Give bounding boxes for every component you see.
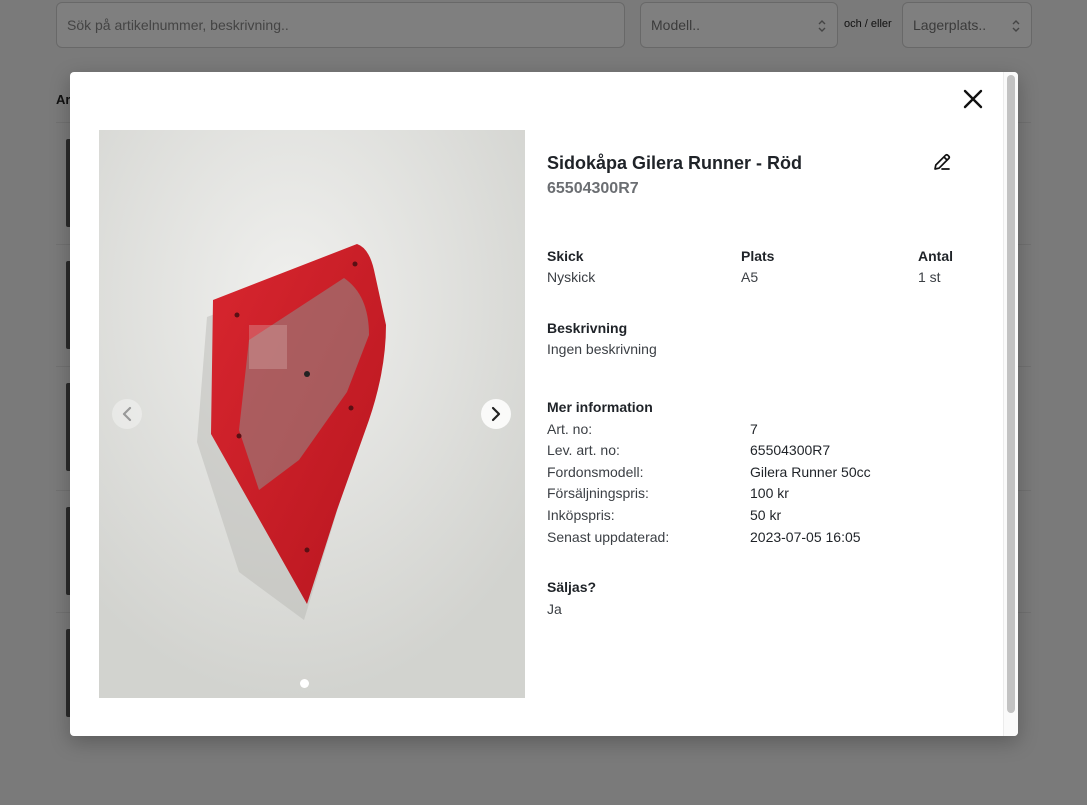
- location-value: A5: [741, 269, 759, 285]
- info-value: 2023-07-05 16:05: [750, 529, 861, 545]
- info-value: 50 kr: [750, 507, 782, 523]
- quantity-label: Antal: [918, 248, 953, 264]
- info-value: Gilera Runner 50cc: [750, 464, 871, 480]
- modal-scrollbar[interactable]: [1003, 72, 1018, 736]
- condition-label: Skick: [547, 248, 584, 264]
- info-value: 7: [750, 421, 758, 437]
- image-carousel[interactable]: [99, 130, 525, 698]
- info-key: Art. no:: [547, 421, 593, 437]
- previous-image-button[interactable]: [112, 399, 142, 429]
- info-row-supplier-art-no: Lev. art. no: 65504300R7: [547, 442, 977, 462]
- description-value: Ingen beskrivning: [547, 341, 657, 357]
- more-info-heading: Mer information: [547, 399, 653, 415]
- info-row-art-no: Art. no: 7: [547, 421, 977, 441]
- info-value: 65504300R7: [750, 442, 831, 458]
- info-row-sale-price: Försäljningspris: 100 kr: [547, 485, 977, 505]
- info-row-vehicle-model: Fordonsmodell: Gilera Runner 50cc: [547, 464, 977, 484]
- product-photo: [99, 130, 525, 698]
- carousel-indicator[interactable]: [300, 679, 309, 688]
- article-detail-modal: Sidokåpa Gilera Runner - Röd 65504300R7 …: [70, 72, 1018, 736]
- info-key: Inköpspris:: [547, 507, 615, 523]
- next-image-button[interactable]: [481, 399, 511, 429]
- article-number: 65504300R7: [547, 180, 639, 197]
- info-key: Fordonsmodell:: [547, 464, 644, 480]
- for-sale-label: Säljas?: [547, 579, 597, 595]
- chevron-left-icon: [122, 406, 132, 422]
- chevron-right-icon: [491, 406, 501, 422]
- pencil-edit-icon[interactable]: [932, 152, 952, 172]
- info-key: Försäljningspris:: [547, 485, 649, 501]
- scrollbar-thumb[interactable]: [1007, 75, 1015, 713]
- info-row-last-updated: Senast uppdaterad: 2023-07-05 16:05: [547, 529, 977, 549]
- info-value: 100 kr: [750, 485, 789, 501]
- close-icon[interactable]: [962, 88, 984, 110]
- article-title: Sidokåpa Gilera Runner - Röd: [547, 153, 803, 173]
- quantity-value: 1 st: [918, 269, 941, 285]
- info-key: Senast uppdaterad:: [547, 529, 670, 545]
- info-key: Lev. art. no:: [547, 442, 620, 458]
- for-sale-value: Ja: [547, 601, 562, 617]
- location-label: Plats: [741, 248, 775, 264]
- condition-value: Nyskick: [547, 269, 596, 285]
- description-label: Beskrivning: [547, 320, 628, 336]
- info-row-purchase-price: Inköpspris: 50 kr: [547, 507, 977, 527]
